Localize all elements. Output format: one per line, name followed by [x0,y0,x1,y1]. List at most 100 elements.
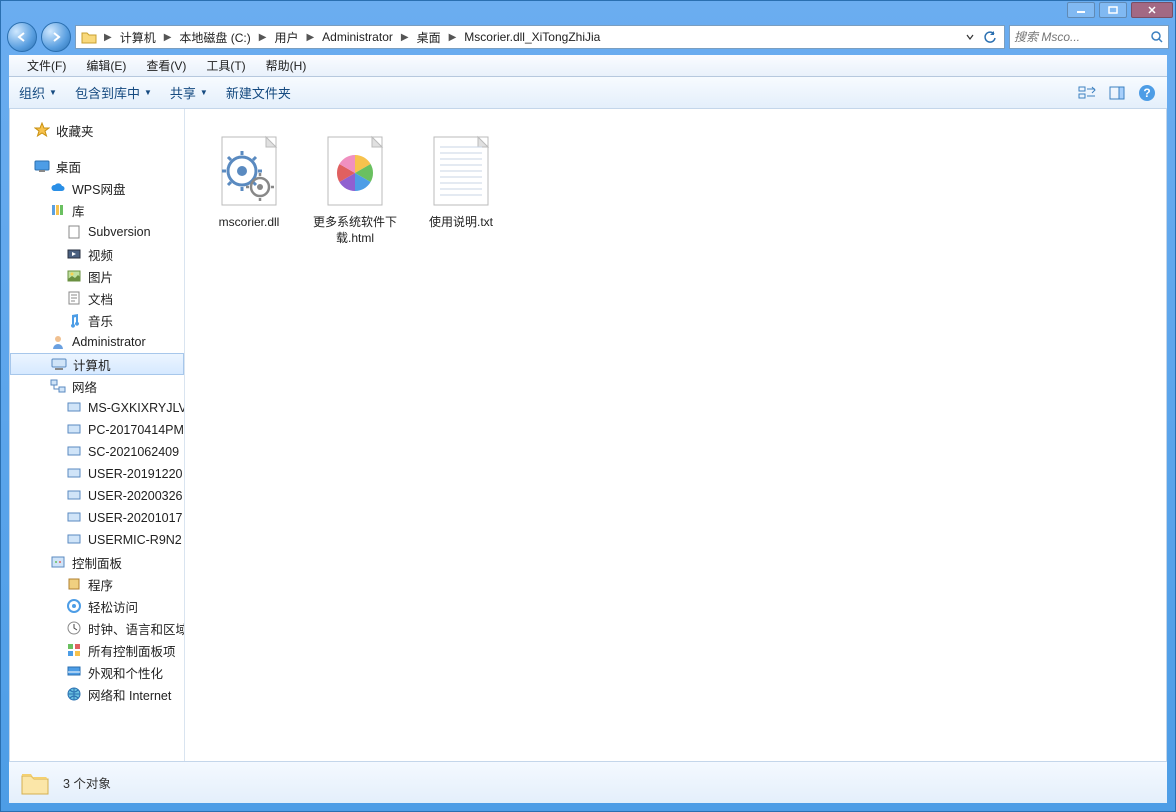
breadcrumb-item[interactable]: Administrator [318,26,397,48]
library-icon [50,202,66,218]
sidebar-network-pc[interactable]: USER-20191220 [10,463,184,485]
computer-icon [51,356,67,372]
sidebar-administrator[interactable]: Administrator [10,331,184,353]
refresh-icon[interactable] [980,27,1000,47]
sidebar-ease[interactable]: 轻松访问 [10,595,184,617]
file-txt[interactable]: 使用说明.txt [415,127,507,235]
chevron-right-icon: ▶ [401,32,409,43]
user-icon [50,334,66,350]
file-label: 使用说明.txt [429,215,493,231]
folder-large-icon [19,767,51,799]
breadcrumb-item[interactable]: 桌面 [413,26,445,48]
search-box[interactable] [1009,25,1169,49]
chevron-right-icon: ▶ [449,32,457,43]
pc-icon [66,444,82,460]
help-icon[interactable]: ? [1137,83,1157,103]
sidebar-network-pc[interactable]: MS-GXKIXRYJLV [10,397,184,419]
status-bar: 3 个对象 [9,761,1167,803]
menu-tools[interactable]: 工具(T) [196,55,255,76]
sidebar-favorites[interactable]: 收藏夹 [10,119,184,141]
sidebar-wps[interactable]: WPS网盘 [10,177,184,199]
status-text: 3 个对象 [63,773,111,792]
star-icon [34,122,50,138]
pc-icon [66,422,82,438]
chevron-right-icon: ▶ [164,32,172,43]
folder-icon [80,28,98,46]
breadcrumb-item[interactable]: 本地磁盘 (C:) [175,26,254,48]
dropdown-icon[interactable] [960,27,980,47]
sidebar-programs[interactable]: 程序 [10,573,184,595]
sidebar-computer[interactable]: 计算机 [10,353,184,375]
address-bar[interactable]: ▶ 计算机 ▶ 本地磁盘 (C:) ▶ 用户 ▶ Administrator ▶… [75,25,1005,49]
sidebar-pictures[interactable]: 图片 [10,265,184,287]
pc-icon [66,510,82,526]
sidebar-network-pc[interactable]: SC-2021062409 [10,441,184,463]
share-button[interactable]: 共享▼ [170,83,208,102]
new-folder-button[interactable]: 新建文件夹 [226,83,291,102]
file-pane[interactable]: mscorier.dll 更多系统软件下载.html 使用说明.txt [185,109,1166,761]
sidebar-network-pc[interactable]: USERMIC-R9N2 [10,529,184,551]
chevron-right-icon: ▶ [104,32,112,43]
breadcrumb-item[interactable]: 计算机 [116,26,160,48]
forward-button[interactable] [41,22,71,52]
sidebar-subversion[interactable]: Subversion [10,221,184,243]
html-icon [318,131,392,211]
txt-icon [424,131,498,211]
menu-view[interactable]: 查看(V) [136,55,196,76]
close-button[interactable] [1131,2,1173,18]
sidebar-video[interactable]: 视频 [10,243,184,265]
view-mode-button[interactable] [1077,83,1097,103]
file-html[interactable]: 更多系统软件下载.html [309,127,401,250]
search-input[interactable] [1014,30,1150,44]
chevron-down-icon: ▼ [200,88,208,97]
include-library-button[interactable]: 包含到库中▼ [75,83,152,102]
pc-icon [66,488,82,504]
sidebar-network-pc[interactable]: USER-20200326 [10,485,184,507]
appearance-icon [66,664,82,680]
sidebar-allitems[interactable]: 所有控制面板项 [10,639,184,661]
search-icon [1150,30,1164,44]
sidebar-music[interactable]: 音乐 [10,309,184,331]
breadcrumb-item[interactable]: Mscorier.dll_XiTongZhiJia [460,26,604,48]
programs-icon [66,576,82,592]
breadcrumb-item[interactable]: 用户 [270,26,302,48]
organize-button[interactable]: 组织▼ [19,83,57,102]
sidebar-network[interactable]: 网络 [10,375,184,397]
sidebar: 收藏夹 桌面 WPS网盘 库 Subversion 视频 图片 文档 音乐 Ad… [10,109,185,761]
pc-icon [66,466,82,482]
sidebar-network-pc[interactable]: PC-20170414PM [10,419,184,441]
preview-pane-button[interactable] [1107,83,1127,103]
clock-icon [66,620,82,636]
controlpanel-icon [50,554,66,570]
desktop-icon [34,158,50,174]
titlebar [1,1,1175,19]
sidebar-control-panel[interactable]: 控制面板 [10,551,184,573]
menu-edit[interactable]: 编辑(E) [76,55,136,76]
explorer-window: ▶ 计算机 ▶ 本地磁盘 (C:) ▶ 用户 ▶ Administrator ▶… [0,0,1176,812]
file-label: mscorier.dll [219,215,280,231]
globe-icon [66,686,82,702]
nav-bar: ▶ 计算机 ▶ 本地磁盘 (C:) ▶ 用户 ▶ Administrator ▶… [1,19,1175,55]
sidebar-documents[interactable]: 文档 [10,287,184,309]
sidebar-netinternet[interactable]: 网络和 Internet [10,683,184,705]
maximize-button[interactable] [1099,2,1127,18]
file-dll[interactable]: mscorier.dll [203,127,295,235]
video-icon [66,246,82,262]
sidebar-library[interactable]: 库 [10,199,184,221]
menu-bar: 文件(F) 编辑(E) 查看(V) 工具(T) 帮助(H) [9,55,1167,77]
network-icon [50,378,66,394]
minimize-button[interactable] [1067,2,1095,18]
menu-file[interactable]: 文件(F) [17,55,76,76]
pc-icon [66,532,82,548]
sidebar-appearance[interactable]: 外观和个性化 [10,661,184,683]
music-icon [66,312,82,328]
sidebar-network-pc[interactable]: USER-20201017 [10,507,184,529]
chevron-right-icon: ▶ [306,32,314,43]
body: 收藏夹 桌面 WPS网盘 库 Subversion 视频 图片 文档 音乐 Ad… [9,109,1167,761]
pictures-icon [66,268,82,284]
menu-help[interactable]: 帮助(H) [256,55,317,76]
back-button[interactable] [7,22,37,52]
sidebar-clock[interactable]: 时钟、语言和区域 [10,617,184,639]
sidebar-desktop[interactable]: 桌面 [10,155,184,177]
chevron-down-icon: ▼ [49,88,57,97]
